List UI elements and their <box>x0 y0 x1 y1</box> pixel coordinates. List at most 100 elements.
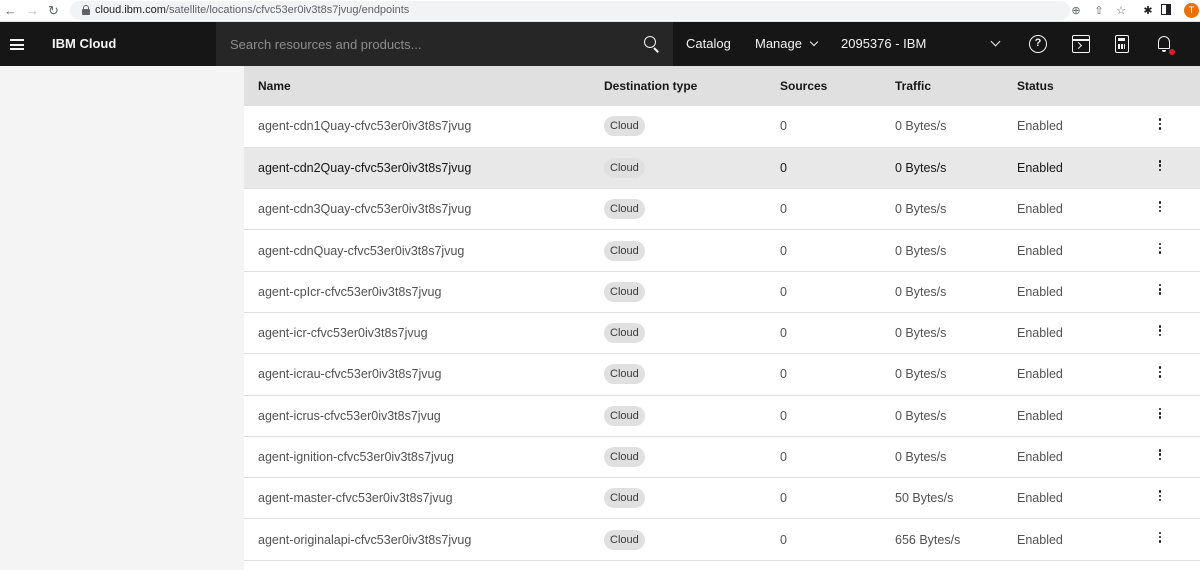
destination-type-cell: Cloud <box>604 147 780 190</box>
table-row[interactable]: agent-icrau-cfvc53er0iv3t8s7jvug Cloud 0 0 … <box>244 353 1200 396</box>
row-actions-cell <box>1152 353 1200 396</box>
docs-icon[interactable] <box>1072 35 1090 53</box>
notification-badge <box>1169 49 1175 55</box>
row-actions-cell <box>1152 229 1200 272</box>
row-actions-cell <box>1152 436 1200 479</box>
overflow-menu-icon[interactable] <box>1152 201 1168 214</box>
chevron-down-icon[interactable] <box>990 36 1001 47</box>
destination-type-tag: Cloud <box>604 157 645 178</box>
overflow-menu-icon[interactable] <box>1152 118 1168 131</box>
search-input[interactable] <box>216 22 636 66</box>
table-row[interactable]: agent-icr-cfvc53er0iv3t8s7jvug Cloud 0 0 By… <box>244 312 1200 355</box>
sources-cell: 0 <box>780 229 895 272</box>
forward-arrow-icon[interactable]: → <box>26 2 39 20</box>
menu-icon[interactable] <box>10 39 24 50</box>
endpoint-name[interactable]: agent-icr-cfvc53er0iv3t8s7jvug <box>244 312 604 355</box>
sources-cell: 0 <box>780 106 895 148</box>
table-row[interactable]: agent-cdn1Quay-cfvc53er0iv3t8s7jvug Cloud… <box>244 106 1200 148</box>
search-container <box>216 22 673 66</box>
endpoint-name[interactable]: agent-originalapi-cfvc53er0iv3t8s7jvug <box>244 518 604 561</box>
row-actions-cell <box>1152 395 1200 437</box>
side-panel <box>0 66 244 570</box>
traffic-cell: 0 Bytes/s <box>895 312 1017 355</box>
destination-type-cell: Cloud <box>604 477 780 520</box>
sources-cell: 0 <box>780 312 895 355</box>
sources-cell: 0 <box>780 353 895 396</box>
endpoint-name[interactable]: agent-icrus-cfvc53er0iv3t8s7jvug <box>244 395 604 437</box>
destination-type-cell: Cloud <box>604 436 780 479</box>
table-row[interactable]: agent-cpIcr-cfvc53er0iv3t8s7jvug Cloud 0 0 … <box>244 271 1200 313</box>
overflow-menu-icon[interactable] <box>1152 407 1168 421</box>
status-cell: Enabled <box>1017 147 1152 190</box>
overflow-menu-icon[interactable] <box>1152 449 1168 462</box>
url-text[interactable]: cloud.ibm.com/satellite/locations/cfvc53… <box>95 4 409 17</box>
star-icon[interactable]: ☆ <box>1113 3 1129 19</box>
endpoint-name[interactable]: agent-icrau-cfvc53er0iv3t8s7jvug <box>244 353 604 396</box>
column-header-sources[interactable]: Sources <box>780 66 895 106</box>
table-row[interactable]: agent-cdn2Quay-cfvc53er0iv3t8s7jvug Cloud… <box>244 147 1200 190</box>
search-icon[interactable] <box>644 36 660 53</box>
overflow-menu-icon[interactable] <box>1152 366 1168 379</box>
account-switcher[interactable]: 2095376 - IBM <box>841 36 926 52</box>
share-icon[interactable]: ⇧ <box>1091 3 1107 19</box>
destination-type-cell: Cloud <box>604 188 780 231</box>
sources-cell: 0 <box>780 188 895 231</box>
endpoint-name[interactable]: agent-cdn2Quay-cfvc53er0iv3t8s7jvug <box>244 147 604 190</box>
sidebar-icon[interactable] <box>1161 4 1171 15</box>
table-row[interactable]: agent-master-cfvc53er0iv3t8s7jvug Cloud 0 5… <box>244 477 1200 520</box>
url-path: /satellite/locations/cfvc53er0iv3t8s7jvu… <box>165 4 410 16</box>
destination-type-tag: Cloud <box>604 116 645 137</box>
destination-type-tag: Cloud <box>604 447 645 468</box>
extensions-icon[interactable]: ✱ <box>1140 3 1156 19</box>
column-header-traffic[interactable]: Traffic <box>895 66 1017 106</box>
column-header-destination-type[interactable]: Destination type <box>604 66 780 106</box>
row-actions-cell <box>1152 147 1200 190</box>
overflow-menu-icon[interactable] <box>1152 490 1168 503</box>
profile-avatar[interactable]: T <box>1184 3 1199 18</box>
row-actions-cell <box>1152 106 1200 148</box>
traffic-cell: 0 Bytes/s <box>895 436 1017 479</box>
endpoint-name[interactable]: agent-cpIcr-cfvc53er0iv3t8s7jvug <box>244 271 604 313</box>
back-arrow-icon[interactable]: ← <box>4 2 17 20</box>
traffic-cell: 0 Bytes/s <box>895 188 1017 231</box>
row-actions-cell <box>1152 312 1200 355</box>
overflow-menu-icon[interactable] <box>1152 325 1168 338</box>
table-row[interactable]: agent-originalapi-cfvc53er0iv3t8s7jvug Cl… <box>244 518 1200 561</box>
endpoint-name[interactable]: agent-cdn1Quay-cfvc53er0iv3t8s7jvug <box>244 106 604 148</box>
traffic-cell: 0 Bytes/s <box>895 147 1017 190</box>
brand-name[interactable]: IBM Cloud <box>52 36 116 52</box>
column-header-status[interactable]: Status <box>1017 66 1152 106</box>
endpoint-name[interactable]: agent-ignition-cfvc53er0iv3t8s7jvug <box>244 436 604 479</box>
destination-type-cell: Cloud <box>604 229 780 272</box>
table-row[interactable]: agent-icrus-cfvc53er0iv3t8s7jvug Cloud 0 0 … <box>244 395 1200 437</box>
sources-cell: 0 <box>780 395 895 437</box>
manage-label: Manage <box>755 36 802 51</box>
table-row[interactable]: agent-cdn3Quay-cfvc53er0iv3t8s7jvug Cloud… <box>244 188 1200 231</box>
table-row[interactable]: agent-cdnQuay-cfvc53er0iv3t8s7jvug Cloud 0… <box>244 229 1200 272</box>
table-row[interactable]: agent-ignition-cfvc53er0iv3t8s7jvug Cloud… <box>244 436 1200 479</box>
status-cell: Enabled <box>1017 271 1152 313</box>
cost-estimator-icon[interactable] <box>1115 35 1129 53</box>
overflow-menu-icon[interactable] <box>1152 242 1168 256</box>
reload-icon[interactable]: ↻ <box>48 2 59 20</box>
column-header-name[interactable]: Name <box>244 66 604 106</box>
overflow-menu-icon[interactable] <box>1152 531 1168 545</box>
sources-cell: 0 <box>780 518 895 561</box>
status-cell: Enabled <box>1017 395 1152 437</box>
endpoint-name[interactable]: agent-master-cfvc53er0iv3t8s7jvug <box>244 477 604 520</box>
destination-type-tag: Cloud <box>604 488 645 509</box>
overflow-menu-icon[interactable] <box>1152 160 1168 173</box>
endpoint-name[interactable]: agent-cdn3Quay-cfvc53er0iv3t8s7jvug <box>244 188 604 231</box>
traffic-cell: 0 Bytes/s <box>895 271 1017 313</box>
zoom-icon[interactable]: ⊕ <box>1068 3 1084 19</box>
manage-menu[interactable]: Manage <box>755 36 819 52</box>
traffic-cell: 0 Bytes/s <box>895 229 1017 272</box>
status-cell: Enabled <box>1017 312 1152 355</box>
overflow-menu-icon[interactable] <box>1152 283 1168 297</box>
help-icon[interactable]: ? <box>1029 35 1047 53</box>
destination-type-cell: Cloud <box>604 395 780 437</box>
catalog-link[interactable]: Catalog <box>686 36 731 52</box>
endpoint-name[interactable]: agent-cdnQuay-cfvc53er0iv3t8s7jvug <box>244 229 604 272</box>
address-bar[interactable]: cloud.ibm.com/satellite/locations/cfvc53… <box>70 1 1070 20</box>
row-actions-cell <box>1152 188 1200 231</box>
